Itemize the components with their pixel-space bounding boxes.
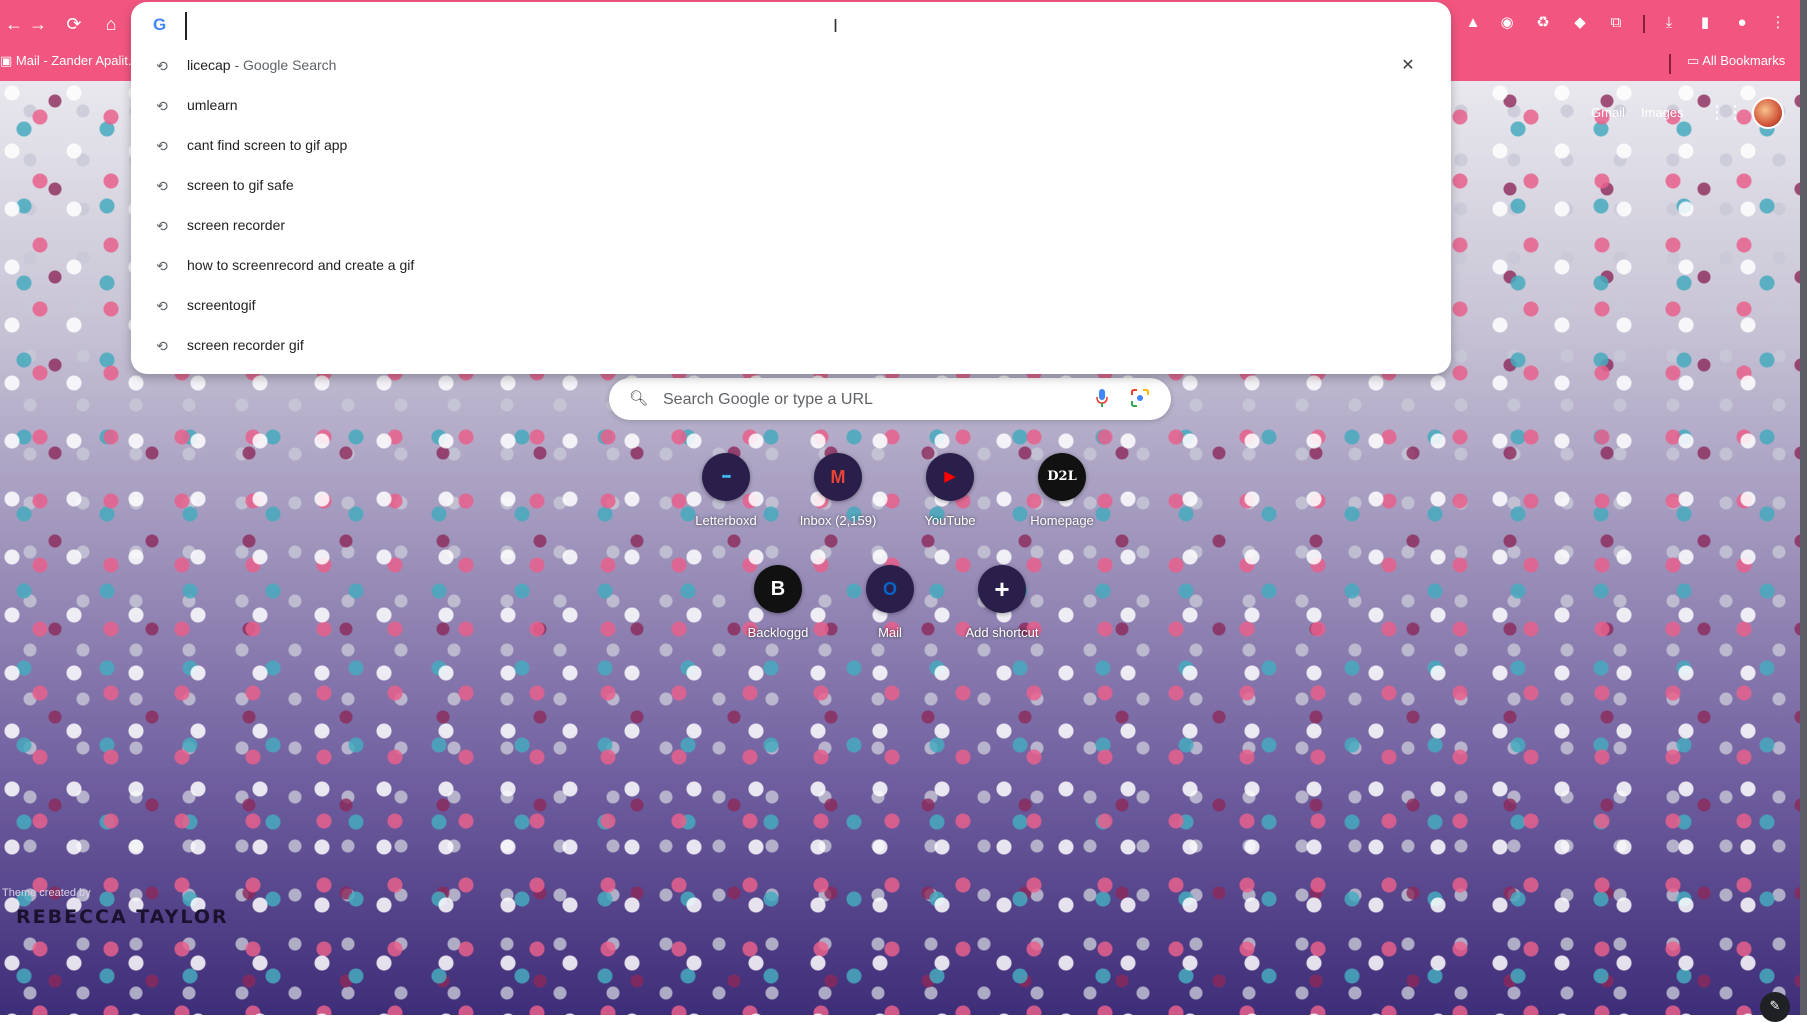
suggestion-item[interactable]: ⟲ screentogif — [131, 286, 1451, 326]
shortcut-letterboxd[interactable]: ••• Letterboxd — [670, 453, 782, 565]
omnibox-dropdown: G I ⟲ licecap - Google Search ✕ ⟲ umlear… — [131, 2, 1451, 374]
plus-icon: + — [978, 565, 1026, 613]
bookmark-mail[interactable]: ▣ Mail - Zander Apalit... — [0, 53, 139, 69]
shortcut-label: Add shortcut — [965, 625, 1039, 640]
customize-pencil-icon[interactable]: ✎ — [1760, 992, 1790, 1022]
search-icon: 🔍︎ — [629, 390, 649, 407]
suggestion-extra: - Google Search — [230, 57, 337, 73]
history-icon: ⟲ — [156, 258, 168, 274]
d2l-icon: D2L — [1038, 453, 1086, 501]
suggestion-text: cant find screen to gif app — [187, 137, 348, 153]
omnibox-input[interactable] — [185, 12, 1391, 40]
history-icon: ⟲ — [156, 58, 168, 74]
youtube-icon: ▶ — [926, 453, 974, 501]
theme-credit-caption[interactable]: Theme created by — [2, 887, 91, 899]
history-icon: ⟲ — [156, 218, 168, 234]
download-icon[interactable]: ⤓ — [1657, 11, 1681, 35]
extension-tag-icon[interactable]: ◆ — [1568, 11, 1592, 35]
backloggd-icon: B — [754, 565, 802, 613]
images-link[interactable]: Images — [1641, 105, 1684, 120]
suggestion-item[interactable]: ⟲ umlearn — [131, 86, 1451, 126]
extension-recycle-icon[interactable]: ♻ — [1531, 11, 1555, 35]
folder-icon: ▭ — [1687, 53, 1703, 68]
history-icon: ⟲ — [156, 338, 168, 354]
extension-shield-icon[interactable]: ◉ — [1495, 11, 1519, 35]
history-icon: ⟲ — [156, 98, 168, 114]
kebab-menu-icon[interactable]: ⋮ — [1766, 11, 1790, 35]
google-lens-icon[interactable] — [1131, 389, 1149, 407]
suggestion-text: umlearn — [187, 97, 238, 113]
suggestion-text: screen to gif safe — [187, 177, 294, 193]
gmail-icon: M — [814, 453, 862, 501]
suggestion-item[interactable]: ⟲ screen recorder gif — [131, 326, 1451, 366]
extension-acrobat-icon[interactable]: ▲ — [1461, 11, 1485, 35]
reload-icon[interactable]: ⟳ — [60, 10, 88, 38]
remove-suggestion-close-icon[interactable]: ✕ — [1399, 57, 1417, 75]
suggestion-text: screen recorder gif — [187, 337, 304, 353]
microphone-icon[interactable] — [1095, 388, 1109, 408]
shortcut-youtube[interactable]: ▶ YouTube — [894, 453, 1006, 565]
history-icon: ⟲ — [156, 138, 168, 154]
text-cursor-icon: I — [833, 16, 839, 36]
outlook-icon: O — [866, 565, 914, 613]
shortcut-homepage[interactable]: D2L Homepage — [1006, 453, 1118, 565]
apps-grid-icon[interactable]: ⋮⋮ — [1708, 102, 1744, 122]
realbox: 🔍︎ — [609, 378, 1171, 420]
suggestion-text: screentogif — [187, 297, 256, 313]
suggestion-item[interactable]: ⟲ screen recorder — [131, 206, 1451, 246]
search-input[interactable] — [661, 387, 1065, 413]
suggestion-text: how to screenrecord and create a gif — [187, 257, 415, 273]
home-icon[interactable]: ⌂ — [97, 10, 125, 38]
all-bookmarks-button[interactable]: ▭ All Bookmarks — [1687, 53, 1785, 69]
suggestion-text: licecap — [187, 57, 231, 73]
omnibox-input-row: G I — [131, 2, 1451, 46]
shortcut-label: Mail — [878, 625, 902, 640]
history-icon: ⟲ — [156, 178, 168, 194]
google-g-icon: G — [153, 15, 167, 34]
shortcut-label: Letterboxd — [695, 513, 757, 528]
theme-credit-name[interactable]: REBECCA TAYLOR — [16, 906, 229, 928]
avatar[interactable] — [1752, 97, 1784, 129]
window-edge — [1800, 0, 1807, 1015]
suggestion-text: screen recorder — [187, 217, 286, 233]
toolbar-divider — [1643, 15, 1645, 33]
shortcut-label: YouTube — [924, 513, 976, 528]
letterboxd-icon: ••• — [702, 453, 750, 501]
history-icon: ⟲ — [156, 298, 168, 314]
shortcut-backloggd[interactable]: B Backloggd — [722, 565, 834, 677]
extensions-puzzle-icon[interactable]: ⧉ — [1604, 11, 1628, 35]
shortcut-label: Backloggd — [747, 625, 809, 640]
profile-icon[interactable]: ● — [1730, 11, 1754, 35]
side-panel-icon[interactable]: ▮ — [1693, 11, 1717, 35]
add-shortcut-button[interactable]: + Add shortcut — [946, 565, 1058, 677]
suggestion-item[interactable]: ⟲ screen to gif safe — [131, 166, 1451, 206]
bookmarks-divider — [1669, 54, 1671, 74]
suggestion-item[interactable]: ⟲ licecap - Google Search ✕ — [131, 46, 1451, 86]
shortcut-inbox[interactable]: M Inbox (2,159) — [782, 453, 894, 565]
mail-bookmark-icon: ▣ — [0, 53, 16, 68]
suggestion-item[interactable]: ⟲ how to screenrecord and create a gif — [131, 246, 1451, 286]
shortcut-label: Homepage — [1030, 513, 1094, 528]
forward-arrow-icon[interactable]: → — [24, 10, 52, 38]
gmail-link[interactable]: Gmail — [1591, 105, 1625, 120]
shortcut-label: Inbox (2,159) — [799, 513, 877, 528]
suggestion-item[interactable]: ⟲ cant find screen to gif app — [131, 126, 1451, 166]
shortcut-mail[interactable]: O Mail — [834, 565, 946, 677]
